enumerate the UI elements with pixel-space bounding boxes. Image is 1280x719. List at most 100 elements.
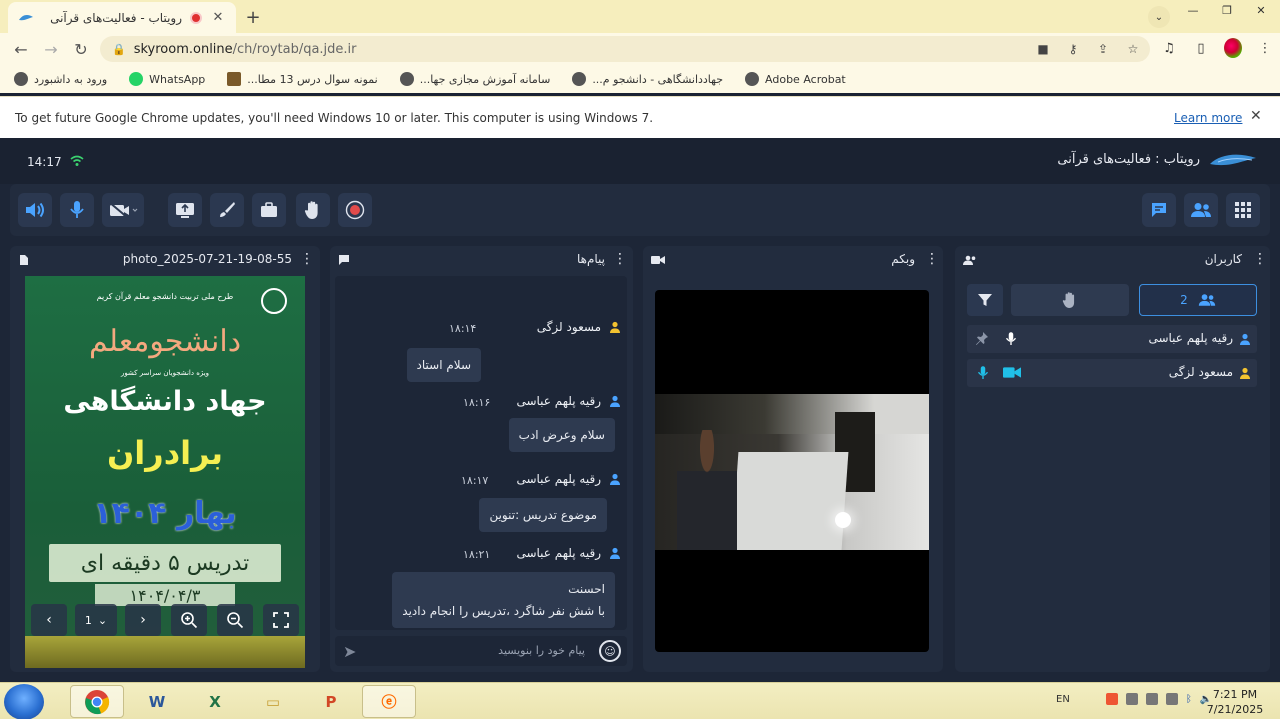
user-row[interactable]: رقیه پلهم عباسی: [967, 325, 1257, 353]
media-control-icon[interactable]: ♫: [1160, 38, 1178, 58]
chat-icon: [1152, 203, 1166, 217]
send-icon[interactable]: ➤: [343, 642, 356, 661]
bookmark-label: ورود به داشبورد: [34, 72, 108, 86]
chrome-menu-icon[interactable]: ⋮: [1256, 38, 1274, 58]
bookmark-item[interactable]: نمونه سوال درس 13 مطا...: [227, 72, 378, 86]
filter-button[interactable]: [967, 284, 1003, 316]
user-role-icon: [1239, 333, 1251, 345]
chat-panel-menu-icon[interactable]: ⋮: [613, 251, 627, 267]
tab-strip: رویتاب - فعالیت‌های قرآنی ✕ + ⌄ — ❐ ✕: [0, 0, 1280, 33]
users-panel-menu-icon[interactable]: ⋮: [1253, 251, 1267, 267]
tray-icon[interactable]: [1145, 693, 1158, 705]
pin-icon[interactable]: [975, 331, 989, 348]
camera-off-icon: [108, 201, 138, 219]
message-time: ۱۸:۱۷: [461, 474, 489, 487]
online-users-tab[interactable]: 2: [1139, 284, 1257, 316]
tray-app-icon[interactable]: [1105, 693, 1118, 705]
taskbar-clock[interactable]: 7:21 PM 7/21/2025: [1200, 687, 1270, 717]
message-header: رقیه پلهم عباسی: [516, 546, 621, 560]
folder-icon: ▭: [265, 692, 281, 711]
sender-name: مسعود لزگی: [536, 320, 601, 334]
taskbar-excel[interactable]: X: [188, 685, 242, 718]
bookmark-item[interactable]: Adobe Acrobat: [745, 72, 846, 86]
filter-icon: [978, 294, 992, 306]
message-bubble: سلام استاد: [406, 348, 481, 382]
user-row[interactable]: مسعود لزگی: [967, 359, 1257, 387]
users-toggle-button[interactable]: [1184, 193, 1218, 227]
tab-search-button[interactable]: ⌄: [1148, 6, 1170, 28]
users-icon: [1198, 294, 1215, 306]
forward-button[interactable]: →: [36, 35, 66, 63]
clock-time: 7:21 PM: [1212, 688, 1258, 701]
briefcase-icon: [261, 202, 277, 217]
side-panel-icon[interactable]: ▯: [1192, 38, 1210, 58]
bookmark-item[interactable]: سامانه آموزش مجازی جها...: [399, 72, 550, 86]
share-icon[interactable]: ⇪: [1094, 40, 1112, 58]
raised-hands-tab[interactable]: [1011, 284, 1129, 316]
infobar-message: To get future Google Chrome updates, you…: [15, 110, 654, 125]
close-window-button[interactable]: ✕: [1244, 0, 1278, 20]
taskbar-skyroom[interactable]: ⓔ: [362, 685, 416, 718]
next-page-button[interactable]: ›: [125, 604, 161, 636]
users-panel-title: کاربران: [1204, 252, 1242, 266]
webcam-panel-menu-icon[interactable]: ⋮: [925, 251, 939, 267]
photo-panel-menu-icon[interactable]: ⋮: [300, 251, 314, 267]
zoom-in-button[interactable]: [171, 604, 207, 636]
microphone-icon: [1005, 331, 1017, 350]
tray-icon[interactable]: [1125, 693, 1138, 705]
tab-title: رویتاب - فعالیت‌های قرآنی: [50, 10, 182, 25]
word-icon: W: [148, 692, 166, 711]
whiteboard-brush-button[interactable]: [210, 193, 244, 227]
minimize-button[interactable]: —: [1176, 0, 1210, 20]
zoom-out-button[interactable]: [217, 604, 253, 636]
taskbar-word[interactable]: W: [130, 685, 184, 718]
bluetooth-icon[interactable]: ᛒ: [1186, 694, 1192, 705]
taskbar-powerpoint[interactable]: P: [304, 685, 358, 718]
apps-grid-button[interactable]: [1226, 193, 1260, 227]
restore-button[interactable]: ❐: [1210, 0, 1244, 20]
taskbar-explorer[interactable]: ▭: [246, 685, 300, 718]
connection-signal-icon: [70, 155, 84, 170]
new-tab-button[interactable]: +: [242, 6, 264, 28]
chat-toggle-button[interactable]: [1142, 193, 1176, 227]
key-icon[interactable]: ⚷: [1064, 40, 1082, 58]
grid-icon: [1235, 202, 1251, 218]
files-button[interactable]: [252, 193, 286, 227]
skyroom-logo-icon: [1208, 152, 1258, 170]
learn-more-link[interactable]: Learn more: [1174, 111, 1242, 125]
address-bar[interactable]: 🔒 skyroom.online/ch/roytab/qa.jde.ir ■ ⚷…: [100, 36, 1150, 62]
infobar-close-button[interactable]: ✕: [1250, 108, 1262, 124]
bookmark-label: نمونه سوال درس 13 مطا...: [247, 72, 378, 86]
hand-icon: [1062, 292, 1075, 308]
prev-page-button[interactable]: ‹: [31, 604, 67, 636]
tab-close-button[interactable]: ✕: [210, 10, 226, 25]
reload-button[interactable]: ↻: [66, 35, 96, 63]
chrome-icon: [85, 689, 110, 714]
webcam-panel: ⋮ وبکم: [643, 246, 943, 672]
emoji-button[interactable]: ☺: [599, 640, 621, 662]
profile-avatar[interactable]: [1224, 38, 1242, 58]
bookmark-item[interactable]: WhatsApp: [129, 72, 205, 86]
poster-text-3: ویژه دانشجویان سراسر کشور: [120, 369, 210, 377]
speaker-button[interactable]: [18, 193, 52, 227]
record-button[interactable]: [338, 193, 372, 227]
language-indicator[interactable]: EN: [1056, 694, 1070, 705]
poster-text-6: بهار ۱۴۰۴: [93, 496, 237, 531]
bookmark-star-icon[interactable]: ☆: [1124, 40, 1142, 58]
chat-input-field[interactable]: پیام خود را بنویسید: [498, 644, 585, 657]
screen-share-button[interactable]: [168, 193, 202, 227]
fullscreen-button[interactable]: [263, 604, 299, 636]
browser-tab-active[interactable]: رویتاب - فعالیت‌های قرآنی ✕: [8, 2, 236, 33]
taskbar-chrome[interactable]: [70, 685, 124, 718]
url-text: skyroom.online/ch/roytab/qa.jde.ir: [133, 41, 357, 57]
bookmark-item[interactable]: جهاددانشگاهی - دانشجو م...: [572, 72, 723, 86]
microphone-button[interactable]: [60, 193, 94, 227]
camera-off-button[interactable]: [102, 193, 144, 227]
back-button[interactable]: ←: [6, 35, 36, 63]
page-select[interactable]: 1 ⌄: [75, 604, 117, 636]
bookmark-item[interactable]: ورود به داشبورد: [14, 72, 107, 86]
network-icon[interactable]: [1165, 693, 1178, 705]
raise-hand-button[interactable]: [296, 193, 330, 227]
start-button[interactable]: [4, 684, 44, 719]
camera-permission-icon[interactable]: ■: [1034, 40, 1052, 58]
